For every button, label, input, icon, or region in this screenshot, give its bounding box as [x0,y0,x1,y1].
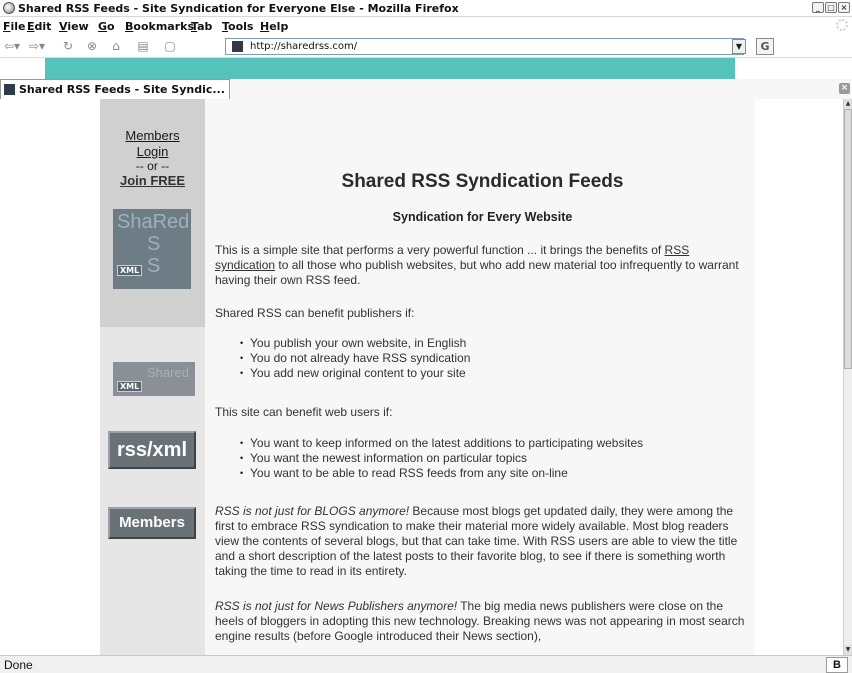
main-column: Shared RSS Syndication Feeds Syndication… [205,99,755,655]
title-bar: Shared RSS Feeds - Site Syndication for … [0,0,852,17]
forward-icon[interactable]: ⇨▾ [27,38,47,54]
intro-text-post: to all those who publish websites, but w… [215,258,739,287]
sidebar: Members Login -- or -- Join FREE ShaRed … [100,99,205,655]
menu-help[interactable]: Help [260,20,288,33]
list-item: You want to keep informed on the latest … [250,436,643,451]
list-item: You add new original content to your sit… [250,366,470,381]
scroll-down-icon[interactable]: ▼ [844,645,852,655]
shared-xml-badge[interactable]: Shared XML [113,362,195,396]
status-bar: Done B [0,655,852,673]
throbber-icon [836,19,848,31]
menu-file[interactable]: File [3,20,26,33]
list-item: You do not already have RSS syndication [250,351,470,366]
close-window-button[interactable]: × [838,2,850,13]
vertical-scrollbar[interactable]: ▲ ▼ [843,99,852,655]
list-item: You want to be able to read RSS feeds fr… [250,466,643,481]
publishers-list: You publish your own website, in English… [215,336,470,381]
browser-window: Shared RSS Feeds - Site Syndication for … [0,0,852,673]
menu-edit[interactable]: Edit [27,20,51,33]
users-list: You want to keep informed on the latest … [215,436,643,481]
window-controls: _ □ × [811,2,850,15]
sharedrss-logo: ShaRed S S XML [113,209,191,289]
menu-tab[interactable]: Tab [191,20,212,33]
members-link[interactable]: Members [100,128,205,143]
tab-favicon-icon [4,84,15,95]
members-button[interactable]: Members [108,507,196,539]
logo-xml-badge: XML [117,265,143,276]
badge-text: Shared [147,365,189,380]
logo-line-3: S [147,255,161,277]
window-title: Shared RSS Feeds - Site Syndication for … [18,2,459,15]
back-icon[interactable]: ⇦▾ [3,38,21,54]
scroll-up-icon[interactable]: ▲ [844,99,852,109]
users-intro: This site can benefit web users if: [215,405,393,419]
tab-label: Shared RSS Feeds - Site Syndic... [19,83,225,96]
navigation-toolbar: ⇦▾ ⇨▾ ↻ ⊗ ⌂ ▤ ▢ http://sharedrss.com/ ▼ … [0,35,852,58]
news-emphasis: RSS is not just for News Publishers anym… [215,599,458,613]
news-paragraph: RSS is not just for News Publishers anym… [215,599,750,644]
list-item: You want the newest information on parti… [250,451,643,466]
blogs-paragraph: RSS is not just for BLOGS anymore! Becau… [215,504,750,579]
print-icon[interactable]: ▤ [136,38,150,54]
reload-icon[interactable]: ↻ [61,38,75,54]
go-button[interactable]: G [756,38,774,55]
menu-bar: File Edit View Go Bookmarks Tab Tools He… [0,17,852,35]
url-dropdown-button[interactable]: ▼ [732,39,746,54]
tab-strip: Shared RSS Feeds - Site Syndic... × [0,79,852,99]
login-link[interactable]: Login [100,144,205,159]
firefox-app-icon [3,2,15,14]
publishers-intro: Shared RSS can benefit publishers if: [215,306,415,320]
menu-view[interactable]: View [59,20,89,33]
list-item: You publish your own website, in English [250,336,470,351]
status-icon[interactable]: B [826,657,848,673]
rss-xml-button[interactable]: rss/xml [108,431,196,469]
page-subtitle: Syndication for Every Website [392,210,573,224]
menu-bookmarks[interactable]: Bookmarks [125,20,194,33]
badge-xml: XML [117,381,143,392]
tab-sharedrss[interactable]: Shared RSS Feeds - Site Syndic... [0,79,230,99]
page-title: Shared RSS Syndication Feeds [341,171,624,192]
scroll-thumb[interactable] [844,109,852,369]
stop-icon[interactable]: ⊗ [85,38,99,54]
or-separator: -- or -- [135,159,170,173]
maximize-button[interactable]: □ [825,2,837,13]
minimize-button[interactable]: _ [812,2,824,13]
new-tab-icon[interactable]: ▢ [163,38,177,54]
logo-line-1: ShaRed [117,211,190,233]
menu-tools[interactable]: Tools [222,20,253,33]
logo-line-2: S [147,233,161,255]
url-text: http://sharedrss.com/ [250,41,358,52]
menu-go[interactable]: Go [98,20,115,33]
intro-paragraph: This is a simple site that performs a ve… [215,243,750,288]
url-bar[interactable]: http://sharedrss.com/ [225,38,744,55]
home-icon[interactable]: ⌂ [109,38,123,54]
close-tab-icon[interactable]: × [839,83,850,94]
blogs-emphasis: RSS is not just for BLOGS anymore! [215,504,410,518]
page-content: Members Login -- or -- Join FREE ShaRed … [0,99,845,655]
status-text: Done [4,658,33,672]
intro-text-pre: This is a simple site that performs a ve… [215,243,662,257]
join-free-link[interactable]: Join FREE [100,173,205,188]
site-icon [232,41,243,52]
